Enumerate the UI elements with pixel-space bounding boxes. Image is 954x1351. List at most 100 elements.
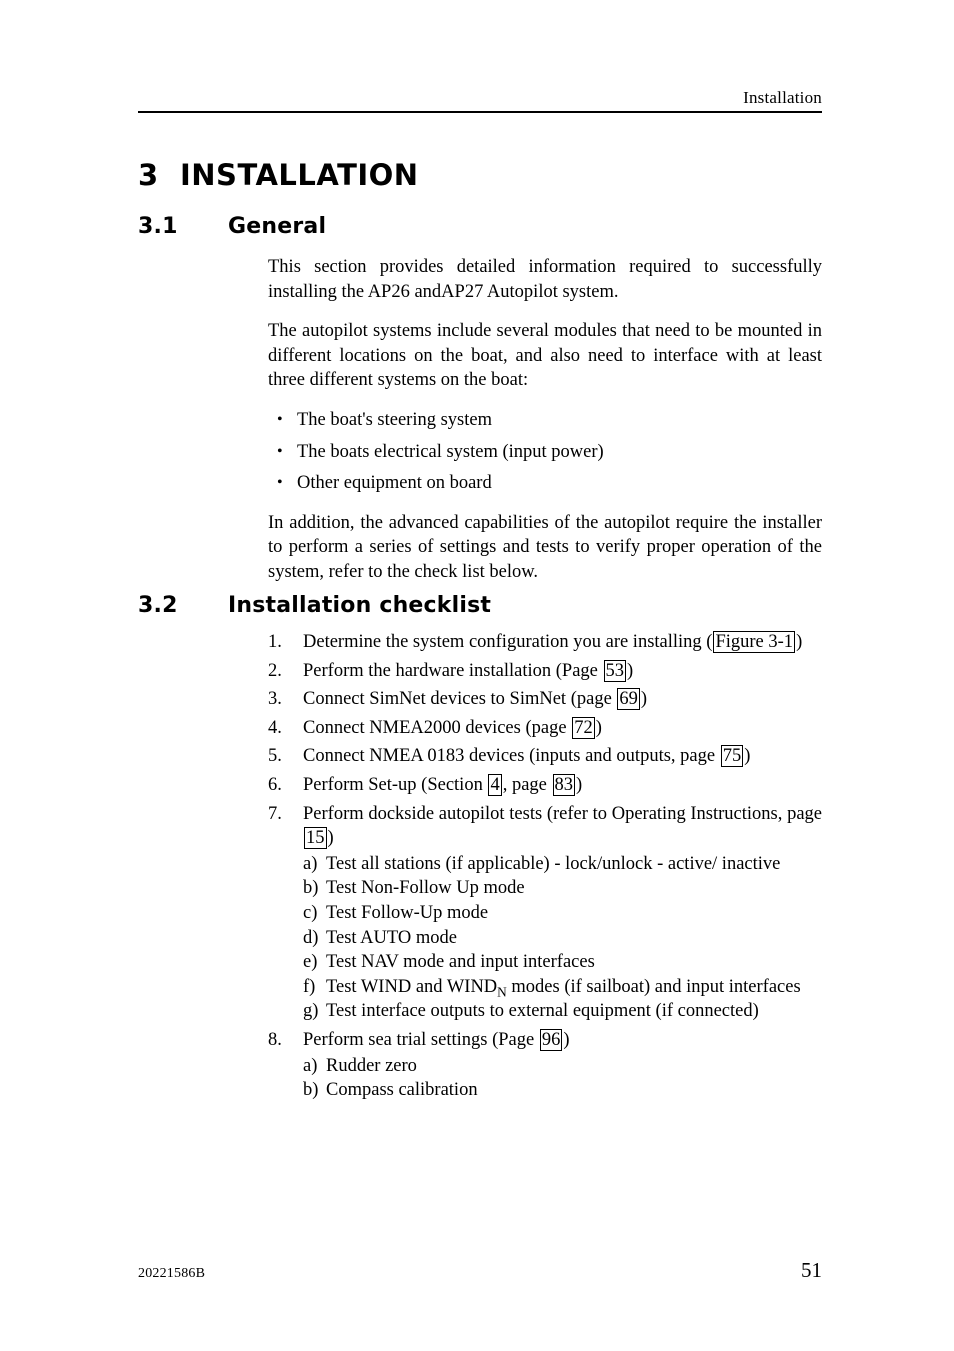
subitem-text-part-1: Test WIND and WIND — [326, 976, 498, 997]
checklist-item-text-before: Perform sea trial settings (Page — [303, 1029, 539, 1050]
checklist-item-text-after: ) — [327, 828, 334, 849]
checklist-subitem-number: b) — [303, 878, 319, 899]
checklist-item-text-before: Connect NMEA 0183 devices (inputs and ou… — [303, 746, 720, 767]
checklist-subitem: c) Test Follow-Up mode — [303, 901, 822, 926]
checklist-subitem-number: e) — [303, 952, 318, 973]
checklist-item-text-middle: , page — [502, 774, 552, 795]
checklist-item-text-before: Perform dockside autopilot tests (refer … — [303, 803, 822, 824]
checklist-subitem-number: b) — [303, 1080, 319, 1101]
checklist-subitem-number: a) — [303, 853, 318, 874]
general-body: This section provides detailed informati… — [268, 255, 822, 585]
list-item: • The boat's steering system — [268, 408, 822, 433]
checklist-item-number: 3. — [268, 689, 282, 710]
bullet-icon: • — [277, 410, 283, 428]
cross-reference-link[interactable]: 53 — [603, 659, 626, 682]
systems-bullet-list: • The boat's steering system • The boats… — [268, 408, 822, 496]
checklist-item-text-before: Perform the hardware installation (Page — [303, 660, 603, 681]
cross-reference-link[interactable]: 72 — [572, 716, 595, 739]
installation-checklist: 1. Determine the system configuration yo… — [268, 630, 822, 1107]
list-item: • Other equipment on board — [268, 471, 822, 496]
checklist-subitem-text: Test Follow-Up mode — [326, 902, 489, 923]
checklist-subitem-number: a) — [303, 1055, 318, 1076]
checklist-subitem-number: d) — [303, 927, 319, 948]
bullet-icon: • — [277, 442, 283, 460]
page-footer: 20221586B 51 — [138, 1258, 822, 1283]
checklist-item: 4. Connect NMEA2000 devices (page 72) — [268, 716, 822, 741]
checklist-item-text: Perform the hardware installation (Page … — [303, 659, 822, 684]
checklist-item-number: 7. — [268, 803, 282, 824]
checklist-subitem-text: Test WIND and WINDN modes (if sailboat) … — [326, 976, 801, 999]
checklist-subitem-text: Test NAV mode and input interfaces — [326, 952, 595, 973]
checklist-subitem-text: Rudder zero — [326, 1055, 417, 1076]
checklist-item-number: 1. — [268, 632, 282, 652]
checklist-subitem: e) Test NAV mode and input interfaces — [303, 950, 822, 975]
document-number: 20221586B — [138, 1266, 206, 1281]
checklist-item: 8. Perform sea trial settings (Page 96) … — [268, 1028, 822, 1103]
section-number-general: 3.1 — [138, 214, 178, 239]
checklist-item-text: Connect NMEA 0183 devices (inputs and ou… — [303, 744, 822, 769]
chapter-heading: 3 INSTALLATION — [138, 158, 419, 192]
page-number: 51 — [801, 1258, 822, 1282]
bullet-icon: • — [277, 474, 283, 492]
checklist-item-number: 6. — [268, 774, 282, 795]
chapter-title: INSTALLATION — [180, 158, 419, 192]
checklist-item-text-after: ) — [595, 717, 602, 738]
checklist-subitem: f) Test WIND and WINDN modes (if sailboa… — [303, 975, 822, 1000]
cross-reference-link[interactable]: Figure 3-1 — [713, 631, 796, 653]
checklist-item: 2. Perform the hardware installation (Pa… — [268, 659, 822, 684]
checklist-item-text-after: ) — [796, 632, 803, 652]
list-item-label: The boats electrical system (input power… — [297, 441, 604, 462]
list-item-label: Other equipment on board — [297, 473, 492, 494]
checklist-item-number: 2. — [268, 660, 282, 681]
checklist-subitem-number: c) — [303, 902, 318, 923]
cross-reference-page-link[interactable]: 83 — [552, 773, 576, 796]
cross-reference-link[interactable]: 96 — [539, 1028, 563, 1051]
checklist-item-text: Determine the system configuration you a… — [303, 630, 822, 655]
checklist-item-text-before: Determine the system configuration you a… — [303, 632, 713, 652]
header-title: Installation — [743, 88, 822, 107]
checklist-subitem: b) Compass calibration — [303, 1078, 822, 1103]
cross-reference-section-link[interactable]: 4 — [488, 773, 502, 796]
checklist-item: 1. Determine the system configuration yo… — [268, 630, 822, 655]
checklist-subitem-text: Test all stations (if applicable) - lock… — [326, 853, 781, 874]
subitem-text-part-2: modes (if sailboat) and input interfaces — [506, 976, 801, 997]
checklist-item-number: 8. — [268, 1029, 282, 1050]
checklist-item-text-after: ) — [576, 774, 583, 795]
checklist-subitem: d) Test AUTO mode — [303, 926, 822, 951]
checklist-item-text-before: Perform Set-up (Section — [303, 774, 488, 795]
checklist-item: 7. Perform dockside autopilot tests (ref… — [268, 802, 822, 1024]
cross-reference-link[interactable]: 75 — [720, 745, 744, 768]
checklist-subitem-number: f) — [303, 976, 316, 997]
document-page: Installation 3 INSTALLATION 3.1 General Th… — [0, 0, 954, 1351]
paragraph-3: In addition, the advanced capabilities o… — [268, 512, 822, 582]
checklist-subitem-text: Test interface outputs to external equip… — [326, 1001, 759, 1022]
checklist-sublist: a) Rudder zero b) Compass calibration — [303, 1054, 822, 1103]
checklist-subitem: a) Test all stations (if applicable) - l… — [303, 852, 822, 877]
checklist-item-number: 4. — [268, 717, 282, 738]
checklist-subitem: a) Rudder zero — [303, 1054, 822, 1079]
section-title-general: General — [228, 214, 327, 239]
checklist-item-text: Connect NMEA2000 devices (page 72) — [303, 716, 822, 741]
checklist-item-text: Perform Set-up (Section 4, page 83) — [303, 773, 822, 798]
section-heading-checklist: 3.2 Installation checklist — [138, 593, 491, 619]
list-item-label: The boat's steering system — [297, 409, 492, 430]
checklist-subitem: g) Test interface outputs to external eq… — [303, 999, 822, 1024]
checklist-subitem-text: Test Non-Follow Up mode — [326, 878, 525, 899]
header-divider — [138, 111, 822, 113]
checklist-item-text-after: ) — [563, 1029, 570, 1050]
section-number-checklist: 3.2 — [138, 593, 178, 618]
checklist-item-text: Perform dockside autopilot tests (refer … — [303, 802, 822, 851]
checklist-subitem-number: g) — [303, 1001, 319, 1022]
page-header: Installation — [138, 88, 822, 113]
checklist-subitem: b) Test Non-Follow Up mode — [303, 876, 822, 901]
paragraph-2: The autopilot systems include several mo… — [268, 321, 822, 391]
cross-reference-link[interactable]: 15 — [304, 827, 327, 850]
checklist-subitem-text: Compass calibration — [326, 1080, 478, 1101]
checklist-item-text-after: ) — [640, 689, 648, 710]
cross-reference-link[interactable]: 69 — [617, 688, 640, 711]
checklist-item: 3. Connect SimNet devices to SimNet (pag… — [268, 687, 822, 712]
list-item: • The boats electrical system (input pow… — [268, 440, 822, 465]
checklist-item-number: 5. — [268, 746, 282, 767]
checklist-item-text-before: Connect NMEA2000 devices (page — [303, 717, 572, 738]
checklist-item-text: Connect SimNet devices to SimNet (page 6… — [303, 687, 822, 712]
